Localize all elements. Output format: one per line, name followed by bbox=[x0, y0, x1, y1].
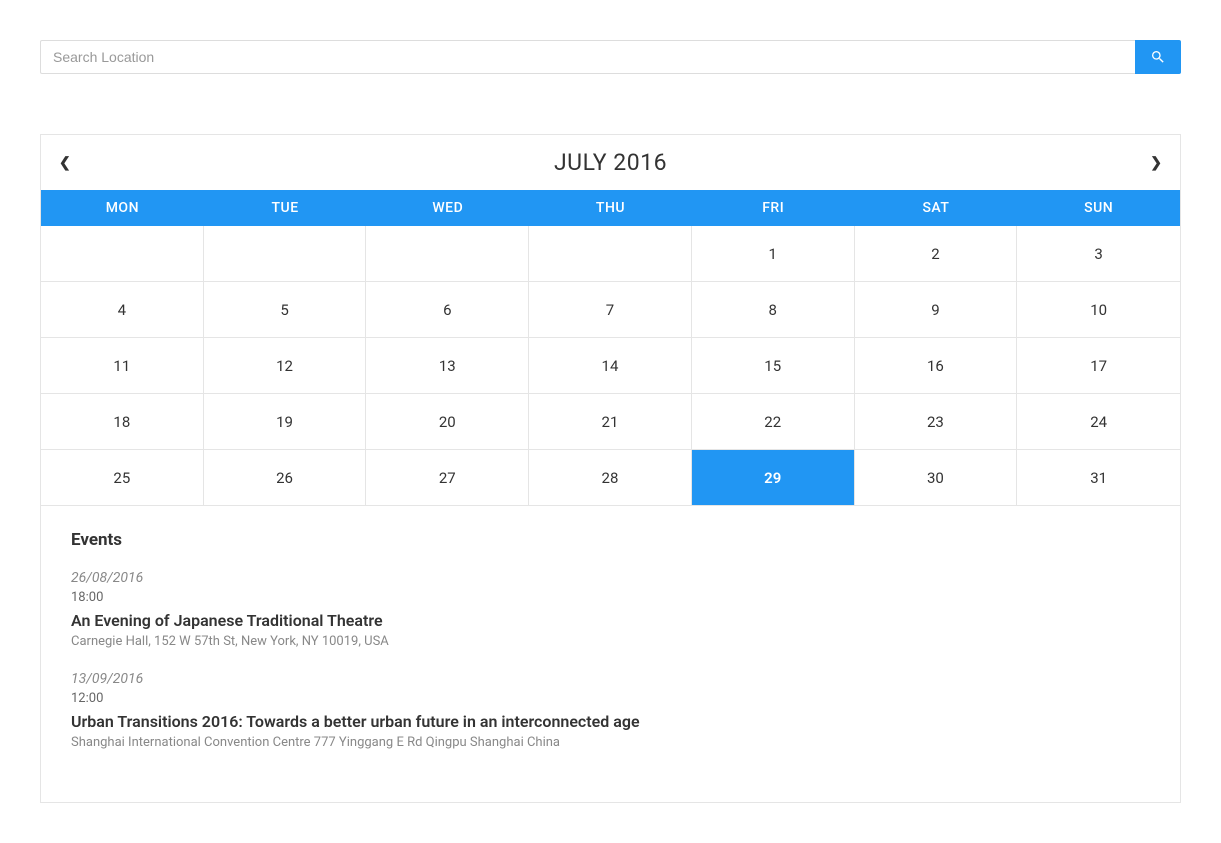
event-location: Shanghai International Convention Centre… bbox=[71, 735, 1150, 750]
day-cell-empty bbox=[529, 226, 692, 282]
day-cell[interactable]: 17 bbox=[1017, 338, 1180, 394]
weekday-label: TUE bbox=[204, 190, 367, 226]
event-title: An Evening of Japanese Traditional Theat… bbox=[71, 611, 1150, 630]
weekday-label: WED bbox=[366, 190, 529, 226]
calendar-title: JULY 2016 bbox=[554, 149, 667, 176]
search-input[interactable] bbox=[40, 40, 1135, 74]
event-time: 12:00 bbox=[71, 691, 1150, 706]
event-location: Carnegie Hall, 152 W 57th St, New York, … bbox=[71, 634, 1150, 649]
days-grid: 1234567891011121314151617181920212223242… bbox=[41, 226, 1180, 506]
day-cell[interactable]: 11 bbox=[41, 338, 204, 394]
day-cell[interactable]: 5 bbox=[204, 282, 367, 338]
weekday-label: SAT bbox=[855, 190, 1018, 226]
day-cell[interactable]: 8 bbox=[692, 282, 855, 338]
day-cell[interactable]: 26 bbox=[204, 450, 367, 506]
events-section: Events 26/08/2016 18:00 An Evening of Japa… bbox=[41, 506, 1180, 802]
day-cell[interactable]: 2 bbox=[855, 226, 1018, 282]
search-button[interactable] bbox=[1135, 40, 1181, 74]
weekday-label: MON bbox=[41, 190, 204, 226]
event-item[interactable]: 13/09/2016 12:00 Urban Transitions 2016: T… bbox=[71, 671, 1150, 750]
event-item[interactable]: 26/08/2016 18:00 An Evening of Japanese Tr… bbox=[71, 570, 1150, 649]
day-cell[interactable]: 4 bbox=[41, 282, 204, 338]
day-cell[interactable]: 28 bbox=[529, 450, 692, 506]
next-month-button[interactable]: ❯ bbox=[1150, 155, 1162, 171]
day-cell[interactable]: 23 bbox=[855, 394, 1018, 450]
day-cell[interactable]: 12 bbox=[204, 338, 367, 394]
day-cell[interactable]: 27 bbox=[366, 450, 529, 506]
day-cell[interactable]: 9 bbox=[855, 282, 1018, 338]
day-cell[interactable]: 21 bbox=[529, 394, 692, 450]
day-cell[interactable]: 6 bbox=[366, 282, 529, 338]
weekday-row: MON TUE WED THU FRI SAT SUN bbox=[41, 190, 1180, 226]
day-cell-empty bbox=[366, 226, 529, 282]
events-heading: Events bbox=[71, 530, 1150, 550]
event-date: 13/09/2016 bbox=[71, 671, 1150, 687]
day-cell[interactable]: 29 bbox=[692, 450, 855, 506]
day-cell[interactable]: 14 bbox=[529, 338, 692, 394]
day-cell[interactable]: 10 bbox=[1017, 282, 1180, 338]
day-cell[interactable]: 24 bbox=[1017, 394, 1180, 450]
search-bar bbox=[40, 40, 1181, 74]
day-cell[interactable]: 20 bbox=[366, 394, 529, 450]
prev-month-button[interactable]: ❮ bbox=[59, 155, 71, 171]
event-time: 18:00 bbox=[71, 590, 1150, 605]
day-cell-empty bbox=[41, 226, 204, 282]
day-cell[interactable]: 18 bbox=[41, 394, 204, 450]
day-cell[interactable]: 3 bbox=[1017, 226, 1180, 282]
day-cell[interactable]: 1 bbox=[692, 226, 855, 282]
calendar-header: ❮ JULY 2016 ❯ bbox=[41, 135, 1180, 190]
day-cell-empty bbox=[204, 226, 367, 282]
day-cell[interactable]: 7 bbox=[529, 282, 692, 338]
event-date: 26/08/2016 bbox=[71, 570, 1150, 586]
day-cell[interactable]: 25 bbox=[41, 450, 204, 506]
day-cell[interactable]: 16 bbox=[855, 338, 1018, 394]
day-cell[interactable]: 13 bbox=[366, 338, 529, 394]
day-cell[interactable]: 15 bbox=[692, 338, 855, 394]
day-cell[interactable]: 31 bbox=[1017, 450, 1180, 506]
event-title: Urban Transitions 2016: Towards a better… bbox=[71, 712, 1150, 731]
day-cell[interactable]: 19 bbox=[204, 394, 367, 450]
search-icon bbox=[1150, 49, 1166, 65]
weekday-label: THU bbox=[529, 190, 692, 226]
day-cell[interactable]: 30 bbox=[855, 450, 1018, 506]
calendar-container: ❮ JULY 2016 ❯ MON TUE WED THU FRI SAT SU… bbox=[40, 134, 1181, 803]
events-list: 26/08/2016 18:00 An Evening of Japanese Tr… bbox=[71, 570, 1150, 750]
weekday-label: FRI bbox=[692, 190, 855, 226]
weekday-label: SUN bbox=[1017, 190, 1180, 226]
day-cell[interactable]: 22 bbox=[692, 394, 855, 450]
